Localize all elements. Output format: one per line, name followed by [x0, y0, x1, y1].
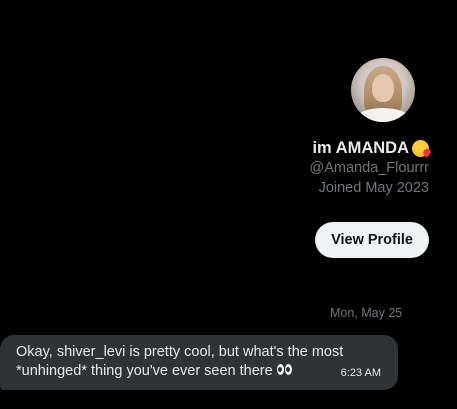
view-profile-button[interactable]: View Profile [315, 222, 429, 258]
profile-display-name: im AMANDA [312, 138, 429, 158]
avatar-face [372, 74, 394, 102]
message-bubble[interactable]: Okay, shiver_levi is pretty cool, but wh… [0, 335, 398, 390]
face-blowing-kiss-icon [412, 139, 429, 157]
avatar[interactable] [351, 58, 415, 122]
profile-card: im AMANDA @Amanda_Flourrr Joined May 202… [310, 58, 429, 258]
profile-joined-date: Joined May 2023 [318, 180, 429, 196]
eyes-icon [276, 364, 293, 376]
date-separator: Mon, May 25 [330, 306, 403, 320]
display-name-text: im AMANDA [312, 139, 409, 157]
avatar-shirt [357, 108, 409, 122]
message-text: Okay, shiver_levi is pretty cool, but wh… [16, 344, 344, 379]
message-timestamp: 6:23 AM [340, 367, 381, 379]
profile-handle: @Amanda_Flourrr [309, 160, 429, 176]
